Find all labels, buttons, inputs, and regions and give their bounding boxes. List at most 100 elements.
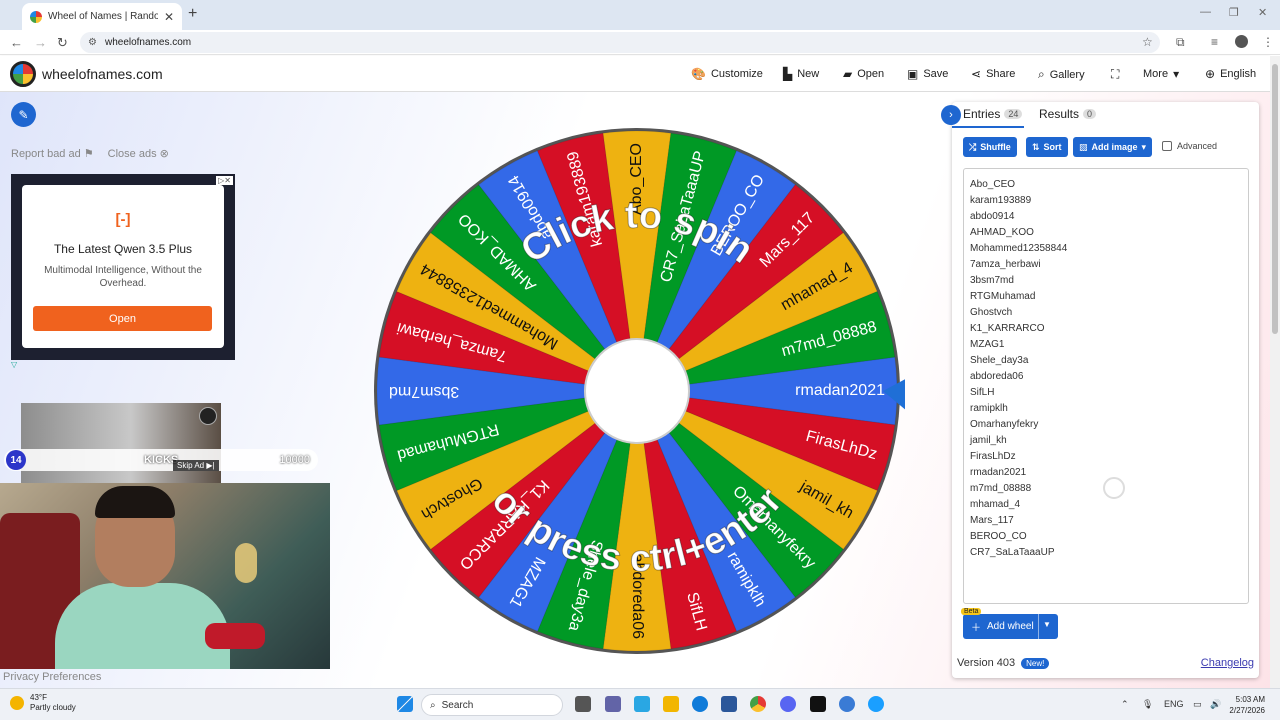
browser-tab-bar: Wheel of Names | Random nam ✕ + — ❐ ✕ [0,0,1280,30]
privacy-preferences-link[interactable]: Privacy Preferences [3,671,101,683]
menu-icon[interactable]: ⋮ [1262,35,1274,49]
share-button[interactable]: ⋖ Share [971,67,1015,81]
shuffle-button[interactable]: ⤮ Shuffle [963,137,1017,157]
chrome-icon[interactable] [750,696,766,712]
edit-pencil-icon[interactable]: ✎ [11,102,36,127]
open-button[interactable]: ▰ Open [843,67,884,81]
more-label: More [1143,68,1169,80]
bookmark-star-icon[interactable]: ☆ [1142,35,1153,49]
teams-icon[interactable] [605,696,621,712]
new-button[interactable]: ▙ New [783,67,819,81]
entry-line: MZAG1 [970,339,1005,350]
edge-icon[interactable] [692,696,708,712]
wheel-center-hub[interactable] [584,338,690,444]
file-explorer-icon[interactable] [663,696,679,712]
share-label: Share [986,68,1016,80]
entry-line: AHMAD_KOO [970,227,1034,238]
reload-icon[interactable]: ↻ [57,35,68,51]
task-view-icon[interactable] [575,696,591,712]
customize-button[interactable]: 🎨 Customize [691,67,763,81]
more-button[interactable]: More ▾ [1143,67,1179,81]
video-ad[interactable] [21,403,221,483]
copilot-icon[interactable] [634,696,650,712]
new-tab-icon[interactable]: + [188,5,197,23]
ad-open-button[interactable]: Open [33,306,212,331]
scrollbar-thumb[interactable] [1272,64,1278,334]
beta-badge: Beta [961,608,982,615]
entry-line: Mars_117 [970,515,1014,526]
report-bad-ad-label: Report bad ad [11,148,81,160]
mic-icon[interactable]: 🎙 [1142,699,1153,710]
tab-entries[interactable]: Entries 24 [963,107,1023,121]
add-image-button[interactable]: ▧ Add image ▾ [1073,137,1153,157]
entry-line: CR7_SaLaTaaaUP [970,547,1055,558]
close-window-icon[interactable]: ✕ [1258,6,1267,19]
windows-start-icon[interactable] [397,696,413,712]
site-info-icon[interactable]: ⚙ [88,37,97,48]
close-tab-icon[interactable]: ✕ [164,10,174,24]
network-icon[interactable]: ▭ [1193,699,1202,710]
entry-line: RTGMuhamad [970,291,1036,302]
site-logo[interactable] [10,61,36,87]
omnibox[interactable]: ⚙ wheelofnames.com [80,32,1160,53]
language-button[interactable]: ⊕ English [1205,67,1256,81]
system-clock[interactable]: 5:03 AM 2/27/2026 [1225,694,1265,716]
webcam-overlay [0,483,330,669]
back-icon[interactable]: ← [10,35,23,50]
open-label: Open [857,68,885,80]
entry-line: ramipklh [970,403,1008,414]
entries-textarea[interactable]: Abo_CEO karam193889 abdo0914 AHMAD_KOO Moham… [963,168,1249,604]
folder-icon: ▰ [843,67,853,81]
page-scrollbar[interactable] [1270,56,1280,688]
ad-subtext: Multimodal Intelligence, Without the Ove… [44,265,202,289]
minimize-icon[interactable]: — [1200,6,1211,18]
forward-icon[interactable]: → [34,35,47,50]
report-bad-ad-link[interactable]: Report bad ad ⚑ [11,147,94,160]
address-bar-row: ← → ↻ ⚙ wheelofnames.com ☆ ⧉ ≡ ⋮ [0,30,1280,55]
add-wheel-button[interactable]: ＋ Add wheel ▼ [963,614,1058,639]
volume-icon[interactable]: 🔊 [1210,699,1221,710]
fullscreen-button[interactable]: ⛶ [1111,67,1119,82]
extensions-icon[interactable]: ⧉ [1176,35,1185,50]
advanced-label: Advanced [1177,141,1218,151]
wheel-segment-label: rmadan2021 [795,382,885,399]
entry-line: 3bsm7md [970,275,1014,286]
stream-kicks-bar: 14 KICKS 10000 [4,449,318,471]
store-icon[interactable] [721,696,737,712]
version-info: Version 403 New! [957,657,1050,669]
close-circle-icon: ⊗ [159,148,169,160]
advanced-checkbox[interactable]: Advanced [1162,141,1217,151]
profile-avatar[interactable] [1235,35,1248,48]
reading-list-icon[interactable]: ≡ [1211,35,1218,49]
browser-tab[interactable]: Wheel of Names | Random nam ✕ [22,3,182,30]
wheel-container[interactable]: rmadan2021 FirasLhDz jamil_kh Omarhanyfekry… [370,124,905,659]
tab-results[interactable]: Results 0 [1039,107,1097,121]
save-button[interactable]: ▣ Save [907,67,948,81]
tray-chevron-icon[interactable]: ⌃ [1121,699,1129,710]
video-brand-logo [199,407,217,425]
checkbox-box[interactable] [1162,141,1172,151]
taskbar-search[interactable]: ⌕ Search [421,694,563,716]
wheel-of-names[interactable]: rmadan2021FirasLhDzjamil_khOmarhanyfekry… [370,124,905,659]
chevron-down-icon[interactable]: ▼ [1043,620,1051,629]
ad-choices-icon[interactable]: ▷✕ [216,176,233,185]
ad-card[interactable]: [-] The Latest Qwen 3.5 Plus Multimodal … [22,185,224,348]
entry-line: Abo_CEO [970,179,1016,190]
taskbar-search-label: Search [441,699,474,711]
clock-date: 2/27/2026 [1229,706,1265,715]
gallery-button[interactable]: ⌕ Gallery [1038,67,1085,82]
close-ads-link[interactable]: Close ads ⊗ [108,147,169,160]
language-indicator[interactable]: ENG [1164,699,1184,709]
skip-ad-button[interactable]: Skip Ad ▶| [173,460,219,471]
app-icon-2[interactable] [868,696,884,712]
site-name[interactable]: wheelofnames.com [42,66,163,82]
maximize-icon[interactable]: ❐ [1229,6,1239,19]
collapse-panel-icon[interactable]: › [941,105,961,125]
steam-icon[interactable] [839,696,855,712]
changelog-link[interactable]: Changelog [1201,657,1254,669]
discord-icon[interactable] [780,696,796,712]
weather-widget[interactable]: 43°F Partly cloudy [10,693,76,713]
windows-taskbar: 43°F Partly cloudy ⌕ Search ⌃ 🎙 ENG ▭ 🔊 5… [0,688,1280,720]
app-icon[interactable] [810,696,826,712]
sort-button[interactable]: ⇅ Sort [1026,137,1068,157]
